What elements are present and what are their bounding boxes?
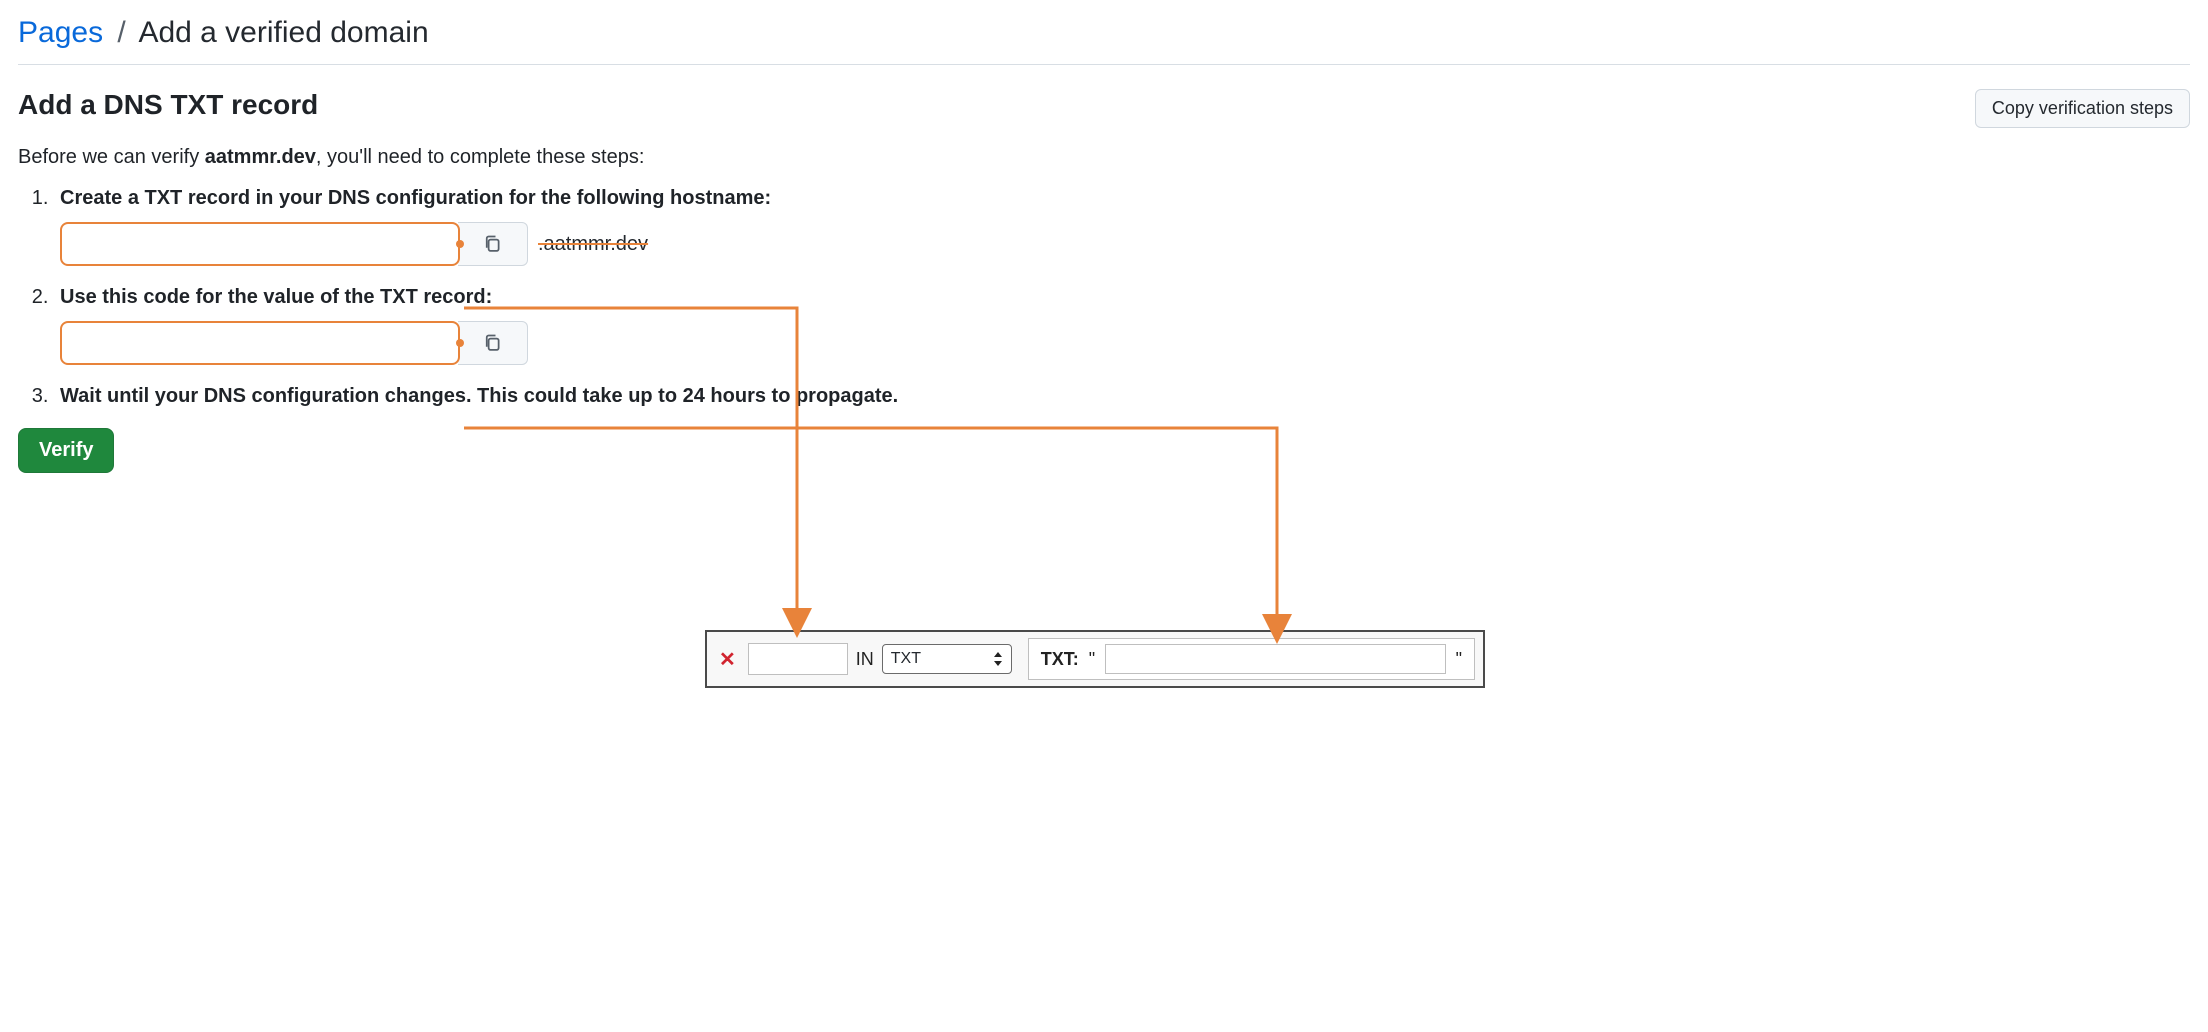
hostname-suffix: .aatmmr.dev [538, 233, 648, 256]
dns-quote-close: " [1456, 649, 1462, 670]
intro-text: Before we can verify aatmmr.dev, you'll … [18, 146, 2190, 169]
section-title: Add a DNS TXT record [18, 89, 318, 121]
copy-hostname-button[interactable] [458, 222, 528, 266]
copy-txt-value-button[interactable] [458, 321, 528, 365]
copy-icon [483, 333, 503, 353]
dns-value-container: TXT: " " [1028, 638, 1475, 680]
section-header: Add a DNS TXT record Copy verification s… [18, 89, 2190, 128]
dns-txt-label: TXT: [1041, 649, 1079, 670]
dns-quote-open: " [1089, 649, 1095, 670]
hostname-row: .aatmmr.dev [60, 222, 2190, 266]
dns-in-label: IN [856, 649, 874, 670]
copy-verification-steps-button[interactable]: Copy verification steps [1975, 89, 2190, 128]
step-1-label: Create a TXT record in your DNS configur… [60, 187, 771, 209]
intro-suffix: , you'll need to complete these steps: [316, 146, 644, 168]
txt-value-row [60, 321, 2190, 365]
steps-list: Create a TXT record in your DNS configur… [18, 187, 2190, 408]
intro-domain: aatmmr.dev [205, 146, 316, 168]
dns-type-select[interactable]: TXT [882, 644, 1012, 674]
dns-value-input[interactable] [1105, 644, 1445, 674]
intro-prefix: Before we can verify [18, 146, 205, 168]
step-1: Create a TXT record in your DNS configur… [54, 187, 2190, 266]
step-2-label: Use this code for the value of the TXT r… [60, 286, 492, 308]
dns-type-value: TXT [891, 650, 921, 668]
verify-button[interactable]: Verify [18, 428, 114, 473]
dns-delete-icon[interactable]: ✕ [715, 647, 740, 672]
hostname-value-box [60, 222, 460, 266]
select-arrows-icon [993, 652, 1003, 666]
step-3-label: Wait until your DNS configuration change… [60, 385, 898, 407]
step-2: Use this code for the value of the TXT r… [54, 286, 2190, 365]
dns-record-panel: ✕ IN TXT TXT: " " [705, 630, 1485, 688]
breadcrumb-separator: / [111, 16, 131, 49]
breadcrumb-current: Add a verified domain [138, 16, 428, 49]
txt-value-box [60, 321, 460, 365]
dns-hostname-input[interactable] [748, 643, 848, 675]
step-3: Wait until your DNS configuration change… [54, 385, 2190, 408]
breadcrumb-parent-link[interactable]: Pages [18, 16, 103, 49]
copy-icon [483, 234, 503, 254]
breadcrumb: Pages / Add a verified domain [18, 16, 2190, 65]
